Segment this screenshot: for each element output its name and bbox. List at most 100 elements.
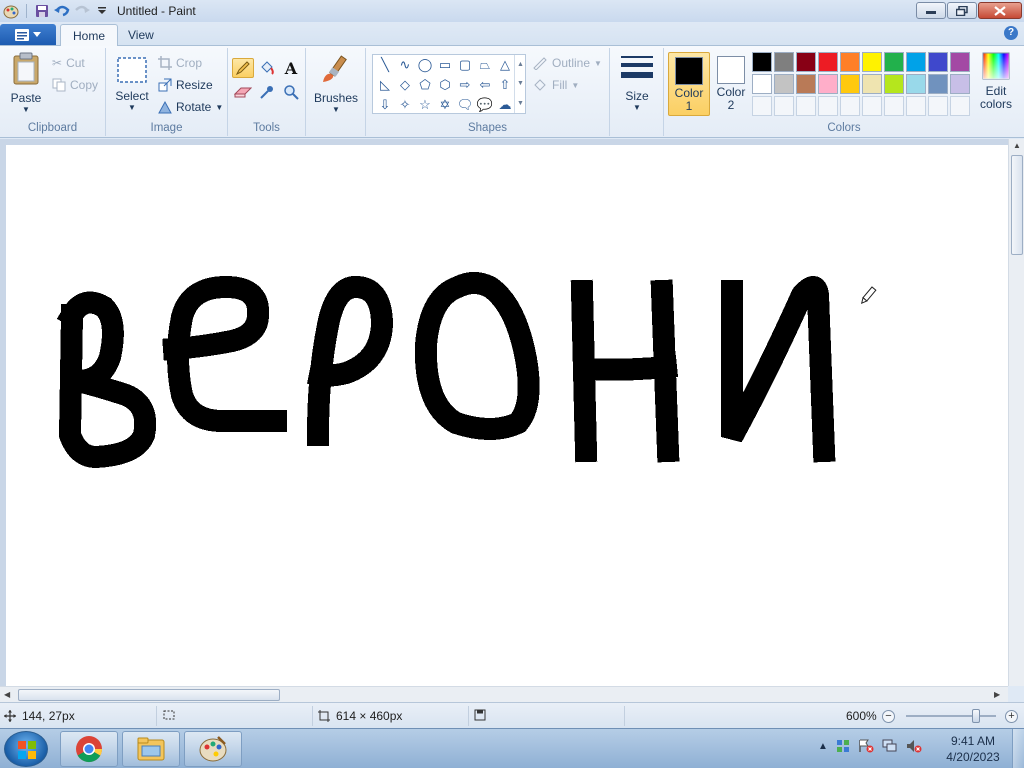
paste-button[interactable]: Paste ▼	[6, 52, 46, 114]
customize-qat-icon[interactable]	[93, 2, 111, 20]
palette-custom-slot[interactable]	[796, 96, 816, 116]
color-picker-icon[interactable]	[256, 82, 278, 102]
palette-custom-slot[interactable]	[906, 96, 926, 116]
show-hidden-icons-icon[interactable]: ▲	[818, 741, 828, 752]
color1-button[interactable]: Color 1	[668, 52, 710, 116]
network-icon[interactable]	[882, 739, 898, 753]
line-shape-icon[interactable]: ╲	[375, 55, 395, 75]
crop-button[interactable]: Crop	[158, 54, 202, 72]
palette-swatch[interactable]	[818, 52, 838, 72]
oval-shape-icon[interactable]: ◯	[415, 55, 435, 75]
zoom-in-button[interactable]: +	[1005, 710, 1018, 723]
vertical-scrollbar[interactable]: ▲	[1008, 139, 1024, 686]
restore-button[interactable]	[947, 2, 977, 19]
save-icon[interactable]	[33, 2, 51, 20]
copy-button[interactable]: Copy	[52, 76, 98, 94]
palette-swatch[interactable]	[906, 52, 926, 72]
size-button[interactable]: Size ▼	[616, 54, 658, 112]
rounded-callout-shape-icon[interactable]: 🗨	[455, 95, 475, 115]
palette-swatch[interactable]	[950, 74, 970, 94]
scroll-left-icon[interactable]: ◀	[4, 690, 10, 699]
horizontal-scroll-thumb[interactable]	[18, 689, 280, 701]
magnifier-icon[interactable]	[280, 82, 302, 102]
right-triangle-shape-icon[interactable]: ◺	[375, 75, 395, 95]
tab-view[interactable]: View	[116, 24, 166, 46]
color2-button[interactable]: Color 2	[710, 52, 752, 116]
zoom-out-button[interactable]: −	[882, 710, 895, 723]
show-desktop-button[interactable]	[1012, 729, 1024, 768]
hexagon-shape-icon[interactable]: ⬡	[435, 75, 455, 95]
palette-swatch[interactable]	[862, 52, 882, 72]
brushes-button[interactable]: Brushes ▼	[314, 52, 358, 114]
down-arrow-shape-icon[interactable]: ⇩	[375, 95, 395, 115]
zoom-slider-thumb[interactable]	[972, 709, 980, 723]
drawing-canvas[interactable]	[6, 145, 1008, 686]
palette-custom-slot[interactable]	[840, 96, 860, 116]
curve-shape-icon[interactable]: ∿	[395, 55, 415, 75]
palette-custom-slot[interactable]	[752, 96, 772, 116]
palette-swatch[interactable]	[906, 74, 926, 94]
palette-custom-slot[interactable]	[774, 96, 794, 116]
fill-bucket-icon[interactable]	[256, 58, 278, 78]
tab-home[interactable]: Home	[60, 24, 119, 47]
palette-swatch[interactable]	[796, 74, 816, 94]
diamond-shape-icon[interactable]: ◇	[395, 75, 415, 95]
palette-swatch[interactable]	[928, 52, 948, 72]
rotate-button[interactable]: Rotate ▼	[158, 98, 223, 116]
taskbar-explorer[interactable]	[122, 731, 180, 767]
palette-swatch[interactable]	[928, 74, 948, 94]
fill-button[interactable]: Fill ▼	[532, 76, 579, 94]
cloud-callout-shape-icon[interactable]: ☁	[495, 95, 515, 115]
palette-swatch[interactable]	[818, 74, 838, 94]
undo-icon[interactable]	[53, 2, 71, 20]
five-point-star-shape-icon[interactable]: ☆	[415, 95, 435, 115]
vertical-scroll-thumb[interactable]	[1011, 155, 1023, 255]
palette-swatch[interactable]	[752, 52, 772, 72]
action-center-icon[interactable]	[858, 739, 874, 753]
palette-swatch[interactable]	[840, 74, 860, 94]
taskbar-paint[interactable]	[184, 731, 242, 767]
palette-swatch[interactable]	[950, 52, 970, 72]
redo-icon[interactable]	[73, 2, 91, 20]
palette-swatch[interactable]	[884, 74, 904, 94]
palette-custom-slot[interactable]	[818, 96, 838, 116]
palette-custom-slot[interactable]	[884, 96, 904, 116]
palette-swatch[interactable]	[884, 52, 904, 72]
zoom-slider-track[interactable]	[906, 715, 996, 717]
scroll-right-icon[interactable]: ▶	[994, 690, 1000, 699]
palette-custom-slot[interactable]	[950, 96, 970, 116]
up-arrow-shape-icon[interactable]: ⇧	[495, 75, 515, 95]
palette-swatch[interactable]	[862, 74, 882, 94]
rectangle-shape-icon[interactable]: ▭	[435, 55, 455, 75]
taskbar-clock[interactable]: 9:41 AM 4/20/2023	[940, 733, 1006, 765]
palette-custom-slot[interactable]	[928, 96, 948, 116]
resize-button[interactable]: Resize	[158, 76, 213, 94]
rounded-rectangle-shape-icon[interactable]: ▢	[455, 55, 475, 75]
tray-app-icon[interactable]	[836, 739, 850, 753]
minimize-button[interactable]	[916, 2, 946, 19]
pencil-tool-icon[interactable]	[232, 58, 254, 78]
paint-app-icon[interactable]	[2, 2, 20, 20]
eraser-icon[interactable]	[232, 82, 254, 102]
palette-swatch[interactable]	[796, 52, 816, 72]
select-button[interactable]: Select ▼	[112, 56, 152, 112]
taskbar-chrome[interactable]	[60, 731, 118, 767]
application-menu-button[interactable]	[0, 24, 56, 45]
right-arrow-shape-icon[interactable]: ⇨	[455, 75, 475, 95]
horizontal-scrollbar[interactable]: ◀ ▶	[0, 686, 1008, 702]
help-icon[interactable]: ?	[1004, 26, 1018, 40]
scroll-up-icon[interactable]: ▲	[1013, 141, 1021, 150]
polygon-shape-icon[interactable]: ⏢	[475, 55, 495, 75]
shapes-gallery-scroll[interactable]: ▲ ▼ ▼	[514, 55, 526, 113]
palette-custom-slot[interactable]	[862, 96, 882, 116]
palette-swatch[interactable]	[752, 74, 772, 94]
oval-callout-shape-icon[interactable]: 💬	[475, 95, 495, 115]
cut-button[interactable]: ✂ Cut	[52, 54, 85, 72]
outline-button[interactable]: Outline ▼	[532, 54, 602, 72]
six-point-star-shape-icon[interactable]: ✡	[435, 95, 455, 115]
triangle-shape-icon[interactable]: △	[495, 55, 515, 75]
palette-swatch[interactable]	[774, 52, 794, 72]
start-button[interactable]	[4, 731, 48, 767]
four-point-star-shape-icon[interactable]: ✧	[395, 95, 415, 115]
text-tool-icon[interactable]: A	[280, 58, 302, 78]
